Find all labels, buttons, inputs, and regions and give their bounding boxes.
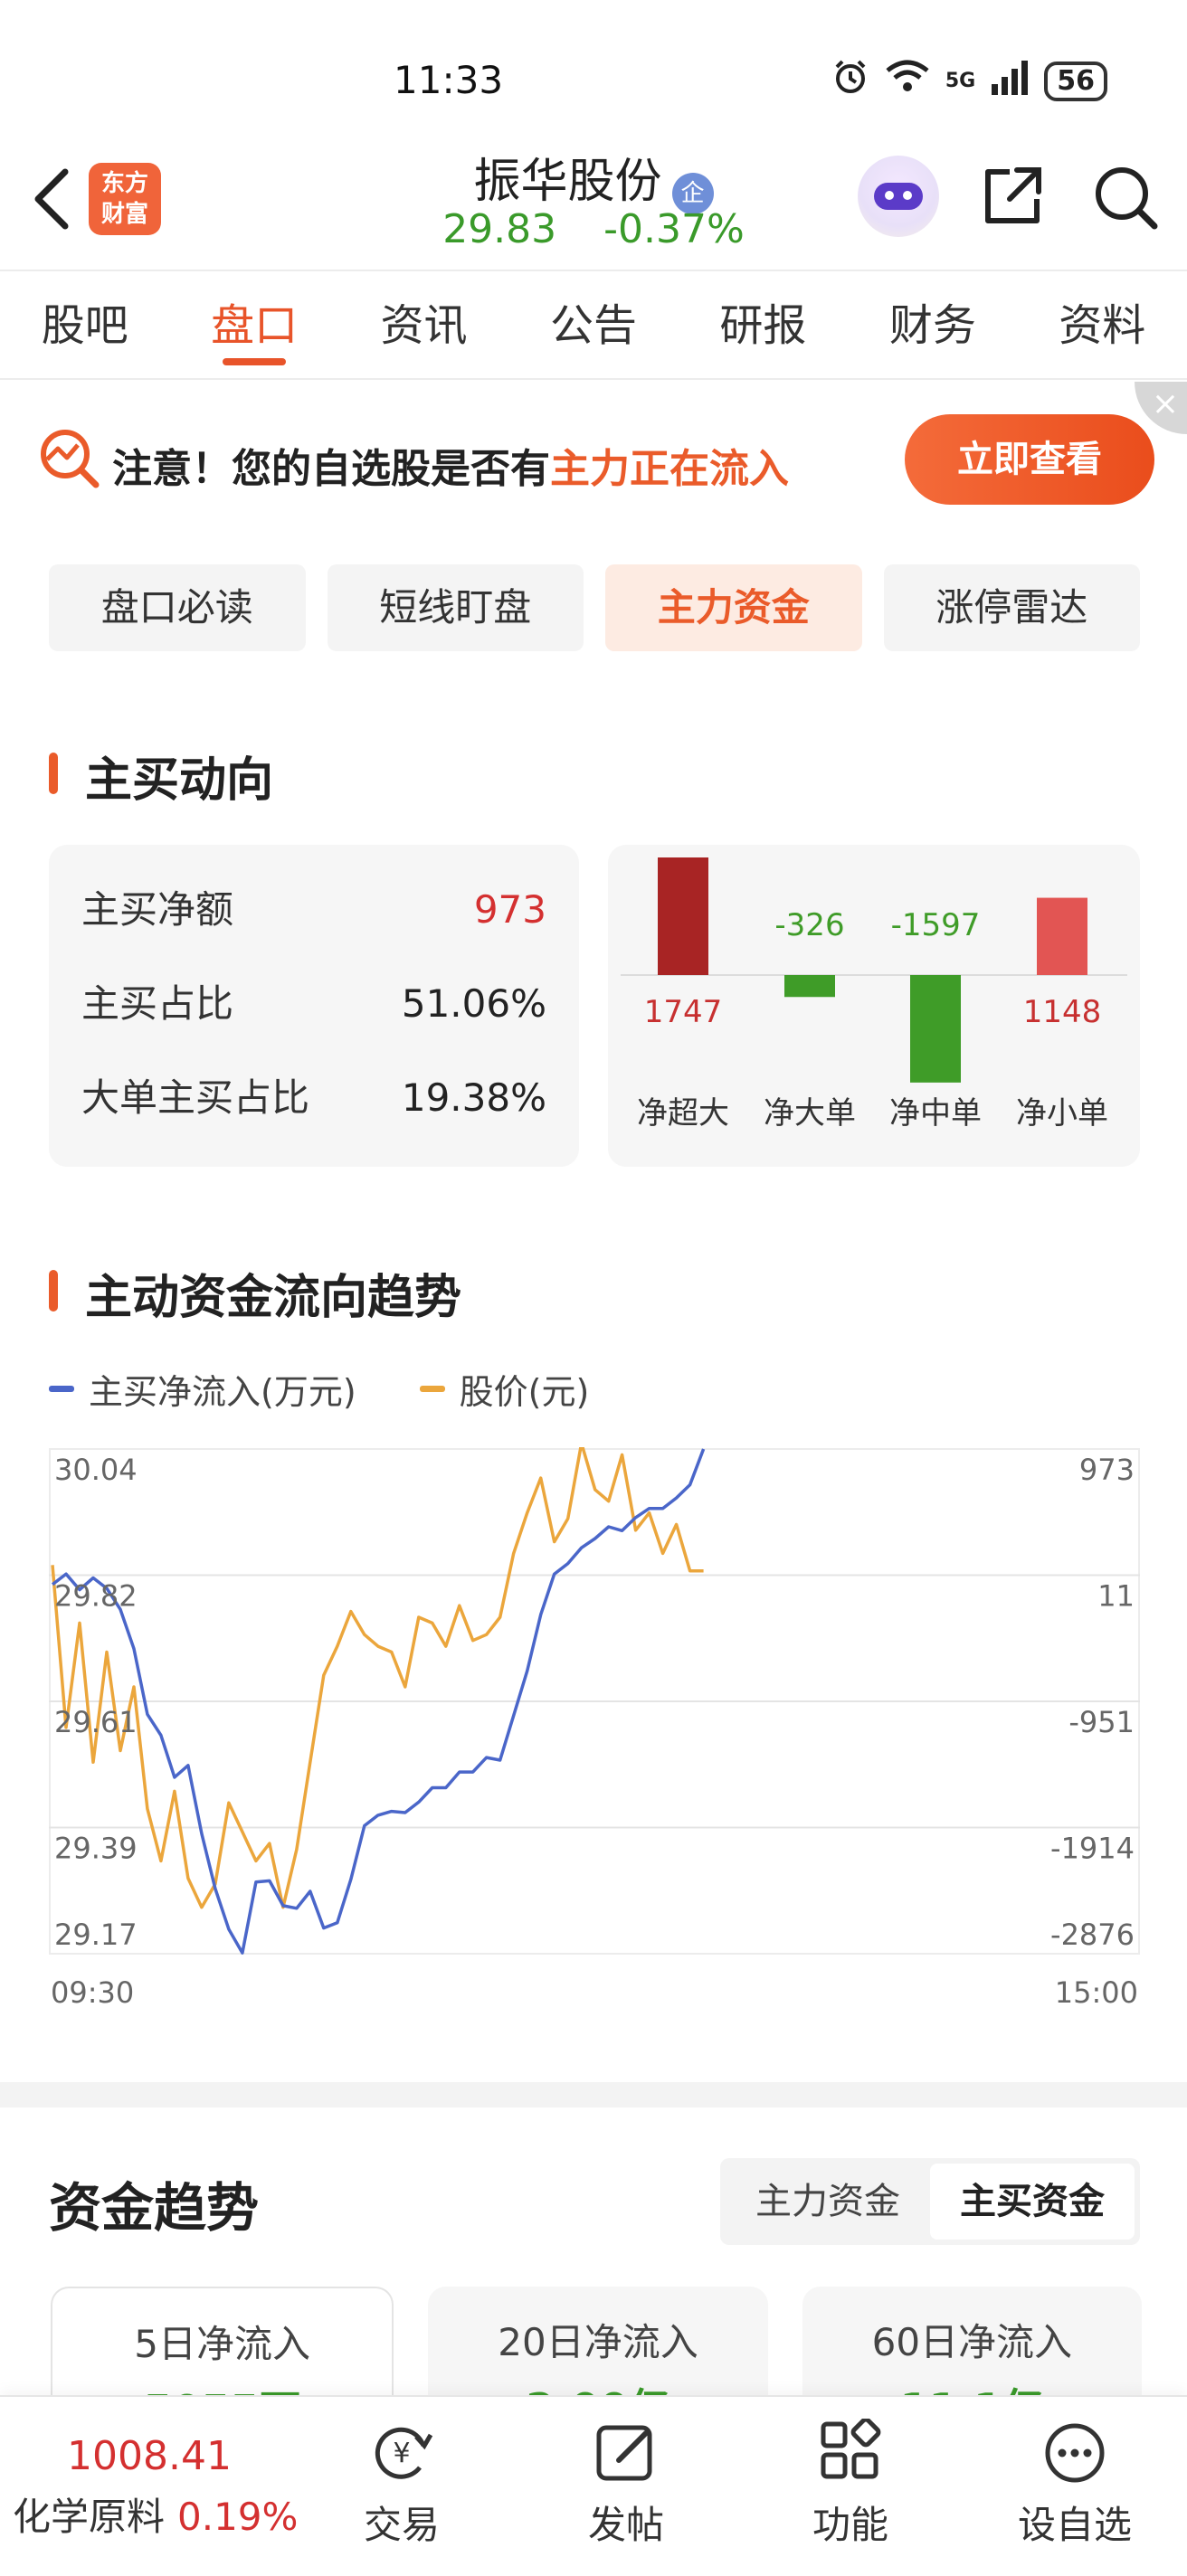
tab-announcements[interactable]: 公告 [508,271,678,378]
order-flow-chart: 1747 净超大 -326 净大单 -1597 净中单 1148 净小单 [621,857,1127,1132]
view-now-button[interactable]: 立即查看 [905,414,1154,505]
price-tick-label: 29.61 [54,1705,138,1739]
pankou-subtabs: 盘口必读 短线盯盘 主力资金 涨停雷达 [49,564,1140,651]
order-flow-category-label: 净大单 [764,1095,856,1132]
time-start-label: 09:30 [51,1975,134,2010]
tab-guba[interactable]: 股吧 [0,271,169,378]
buy-row-ratio: 主买占比 51.06% [81,981,546,1026]
subtab-main-funds[interactable]: 主力资金 [605,564,862,651]
nav-post[interactable]: 发帖 [554,2419,698,2550]
price-tick-label: 29.17 [54,1918,138,1952]
section-divider [0,2082,1187,2107]
buy-row-large-ratio: 大单主买占比 19.38% [81,1075,546,1120]
flow-tick-label: 11 [1097,1579,1135,1614]
subtab-must-read[interactable]: 盘口必读 [49,564,306,651]
sector-index-name: 化学原料 0.19% [13,2495,299,2539]
sector-index-value: 1008.41 [67,2433,232,2479]
trade-icon: ¥ [367,2419,436,2487]
order-flow-value-label: 1747 [644,994,723,1030]
legend-swatch-price [419,1386,445,1392]
flow-tick-label: 973 [1079,1453,1135,1487]
order-flow-bar [658,857,708,975]
price-series-line [51,1447,704,1909]
signal-icon [990,59,1030,103]
stock-tabs: 股吧 盘口 资讯 公告 研报 财务 资料 [0,271,1187,380]
status-time: 11:33 [394,58,504,102]
buy-row-net: 主买净额 973 [81,887,546,932]
status-icons: 5G 56 [831,58,1107,104]
apps-grid-icon [816,2417,885,2487]
order-flow-category-label: 净超大 [637,1095,729,1132]
assistant-robot-icon[interactable] [858,156,939,237]
legend-price: 股价(元) [419,1364,589,1414]
banner-message: 注意！您的自选股是否有主力正在流入 [112,446,789,492]
nav-trade[interactable]: ¥ 交易 [329,2419,474,2550]
order-flow-bar [784,975,835,998]
trend-alert-icon [36,425,101,490]
more-dots-icon [1040,2419,1109,2487]
order-flow-value-label: -1597 [891,907,981,943]
price-tick-label: 29.82 [54,1579,138,1614]
bottom-bar: 1008.41 化学原料 0.19% ¥ 交易 发帖 功能 设自选 [0,2395,1187,2576]
flow-tick-label: -951 [1068,1705,1135,1739]
nav-functions[interactable]: 功能 [778,2417,923,2550]
tab-finance[interactable]: 财务 [848,271,1017,378]
close-icon[interactable]: × [1135,382,1187,434]
time-end-label: 15:00 [1055,1975,1138,2010]
edit-icon [592,2419,660,2487]
segment-main-funds[interactable]: 主力资金 [726,2164,930,2240]
fund-trend-title: 资金趋势 [49,2177,260,2239]
trend-title: 主动资金流向趋势 [49,1259,461,1327]
share-icon[interactable] [981,165,1044,228]
nav-add-watchlist[interactable]: 设自选 [1002,2419,1147,2550]
stock-change: -0.37% [603,206,745,252]
stock-name: 振华股份 [473,155,662,209]
net-inflow-cards: 5日净流入 5055万 20日净流入 2.00亿 60日净流入 11.1亿 [51,2287,1142,2395]
card-20d-inflow[interactable]: 20日净流入 2.00亿 [428,2287,768,2395]
alert-banner: × 注意！您的自选股是否有主力正在流入 立即查看 [0,382,1187,535]
trend-chart: 30.04 29.82 29.61 29.39 29.17 973 11 -951 -1914 -… [49,1447,1140,2010]
order-flow-category-label: 净中单 [889,1095,982,1132]
order-flow-value-label: 1148 [1023,994,1102,1030]
trend-legend: 主买净流入(万元) 股价(元) [49,1364,589,1414]
order-flow-bar [1037,897,1087,975]
alarm-icon [831,58,869,104]
stock-header: 东方 财富 振华股份 企 29.83 -0.37% [0,136,1187,271]
fund-trend-toggle: 主力资金 主买资金 [720,2158,1140,2245]
sector-index-change: 0.19% [177,2495,299,2539]
status-bar: 11:33 5G 56 [0,0,1187,136]
order-flow-card: 1747 净超大 -326 净大单 -1597 净中单 1148 净小单 [608,845,1140,1167]
flow-tick-label: -2876 [1050,1918,1135,1952]
flow-tick-label: -1914 [1050,1832,1135,1866]
wifi-icon [884,58,931,104]
search-icon[interactable] [1091,163,1160,232]
stock-price: 29.83 [442,206,557,252]
tab-news[interactable]: 资讯 [339,271,508,378]
price-tick-label: 30.04 [54,1453,138,1487]
battery-icon: 56 [1044,61,1107,101]
subtab-short-term[interactable]: 短线盯盘 [327,564,584,651]
order-flow-value-label: -326 [774,907,844,943]
main-buy-card: 主买净额 973 主买占比 51.06% 大单主买占比 19.38% [49,845,579,1167]
segment-main-buy-funds[interactable]: 主买资金 [930,2164,1135,2240]
tab-research[interactable]: 研报 [679,271,848,378]
svg-text:¥: ¥ [393,2438,410,2469]
tab-pankou[interactable]: 盘口 [169,271,338,378]
legend-swatch-flow [49,1386,74,1392]
tab-profile[interactable]: 资料 [1018,271,1187,378]
network-label: 5G [945,70,976,92]
card-60d-inflow[interactable]: 60日净流入 11.1亿 [802,2287,1142,2395]
order-flow-category-label: 净小单 [1016,1095,1108,1132]
main-buy-title: 主买动向 [49,742,273,810]
price-tick-label: 29.39 [54,1832,138,1866]
legend-flow: 主买净流入(万元) [49,1364,356,1414]
order-flow-bar [910,975,961,1083]
card-5d-inflow[interactable]: 5日净流入 5055万 [51,2287,394,2395]
sector-index[interactable]: 1008.41 化学原料 0.19% [13,2433,311,2542]
subtab-limit-radar[interactable]: 涨停雷达 [883,564,1140,651]
